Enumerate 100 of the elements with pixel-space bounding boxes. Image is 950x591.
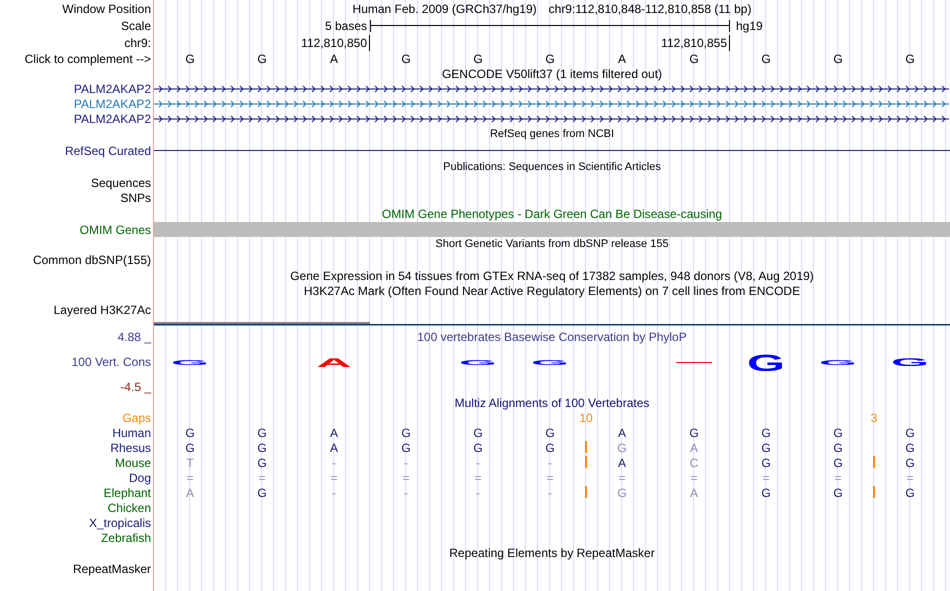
- alignment-base: G: [185, 442, 195, 454]
- alignment-base: -: [404, 486, 408, 498]
- alignment-base: -: [548, 456, 552, 468]
- alignment-base: G: [905, 456, 915, 468]
- species-label: Rhesus: [110, 442, 151, 454]
- species-label: Human: [112, 426, 151, 438]
- sequence-base[interactable]: G: [905, 52, 915, 64]
- alignment-base: A: [330, 442, 338, 454]
- axis-label: -4.5 _: [120, 380, 151, 392]
- species-label: Elephant: [104, 486, 151, 498]
- alignment-base: A: [618, 456, 626, 468]
- alignment-base: =: [762, 472, 770, 484]
- gene-label: PALM2AKAP2: [74, 98, 151, 110]
- track-label: Click to complement -->: [24, 52, 151, 64]
- track-label: 100 Vert. Cons: [72, 356, 151, 368]
- alignment-base: G: [257, 442, 267, 454]
- alignment-base: G: [401, 442, 411, 454]
- alignment-base: =: [474, 472, 482, 484]
- track-label: chr9:: [124, 36, 151, 48]
- coordinate-label: 112,810,855: [661, 34, 730, 50]
- track-label: RefSeq Curated: [64, 144, 151, 156]
- conservation-letter: G: [891, 358, 929, 366]
- species-label: Dog: [128, 472, 151, 484]
- track-label: SNPs: [120, 192, 151, 204]
- sequence-base[interactable]: G: [185, 52, 195, 64]
- sequence-base[interactable]: G: [401, 52, 411, 64]
- track-title: GENCODE V50lift37 (1 items filtered out): [442, 68, 662, 80]
- alignment-base: G: [401, 426, 411, 438]
- track-title: OMIM Gene Phenotypes - Dark Green Can Be Disease-causing: [382, 208, 722, 220]
- alignment-base: A: [186, 486, 194, 498]
- sequence-base[interactable]: G: [545, 52, 555, 64]
- track-label: Common dbSNP(155): [32, 254, 151, 266]
- alignment-base: G: [761, 426, 771, 438]
- sequence-base[interactable]: G: [689, 52, 699, 64]
- alignment-base: G: [257, 426, 267, 438]
- position-text: chr9:112,810,848-112,810,858 (11 bp): [548, 2, 752, 14]
- gene-label: PALM2AKAP2: [74, 112, 151, 124]
- species-label: Chicken: [108, 502, 151, 514]
- alignment-base: =: [258, 472, 266, 484]
- alignment-base: -: [548, 486, 552, 498]
- alignment-base: G: [185, 426, 195, 438]
- species-label: X_tropicalis: [88, 516, 151, 528]
- assembly-label: hg19: [736, 20, 763, 32]
- alignment-base: =: [330, 472, 338, 484]
- alignment-base: G: [545, 442, 555, 454]
- gene-arrow-line[interactable]: [154, 82, 949, 94]
- track-title: H3K27Ac Mark (Often Found Near Active Regulatory Elements) on 7 cell lines from ENCODE: [304, 285, 800, 297]
- alignment-base: =: [834, 472, 842, 484]
- alignment-base: G: [905, 486, 915, 498]
- alignment-base: =: [690, 472, 698, 484]
- axis-label: 4.88 _: [118, 331, 151, 343]
- alignment-base: G: [257, 486, 267, 498]
- alignment-base: A: [330, 426, 338, 438]
- track-title: 100 vertebrates Basewise Conservation by PhyloP: [417, 331, 687, 343]
- track-label: RepeatMasker: [72, 562, 151, 574]
- scale-span: 5 bases: [324, 20, 367, 32]
- alignment-base: A: [690, 442, 698, 454]
- alignment-base: C: [690, 456, 698, 468]
- alignment-base: G: [545, 426, 555, 438]
- alignment-base: =: [186, 472, 194, 484]
- alignment-base: =: [546, 472, 554, 484]
- alignment-base: G: [761, 456, 771, 468]
- alignment-base: G: [905, 442, 915, 454]
- track-label: Scale: [120, 20, 151, 32]
- assembly-name: Human Feb. 2009 (GRCh37/hg19): [352, 2, 537, 14]
- sequence-base[interactable]: G: [473, 52, 483, 64]
- alignment-base: -: [332, 456, 336, 468]
- alignment-base: =: [402, 472, 410, 484]
- track-label: Window Position: [62, 2, 151, 14]
- sequence-base[interactable]: G: [257, 52, 267, 64]
- alignment-base: G: [833, 442, 843, 454]
- alignment-base: G: [833, 456, 843, 468]
- track-title: Gene Expression in 54 tissues from GTEx RNA-seq of 17382 samples, 948 donors (V8, Aug 2019): [290, 270, 814, 282]
- alignment-base: G: [761, 486, 771, 498]
- alignment-base: G: [617, 486, 627, 498]
- track-label: Gaps: [122, 412, 151, 424]
- alignment-base: G: [689, 426, 699, 438]
- track-title: Publications: Sequences in Scientific Articles: [443, 162, 661, 172]
- alignment-base: -: [476, 456, 480, 468]
- sequence-base[interactable]: A: [618, 52, 626, 64]
- gap-count: 10: [579, 412, 593, 424]
- conservation-letter: A: [315, 358, 353, 366]
- track-label: Layered H3K27Ac: [54, 304, 151, 316]
- sequence-base[interactable]: G: [833, 52, 843, 64]
- alignment-base: G: [473, 442, 483, 454]
- alignment-base: =: [618, 472, 626, 484]
- alignment-base: G: [833, 426, 843, 438]
- alignment-base: T: [186, 456, 194, 468]
- gene-arrow-line[interactable]: [154, 112, 949, 124]
- track-title: Short Genetic Variants from dbSNP release 155: [435, 239, 669, 250]
- alignment-base: -: [404, 456, 408, 468]
- coordinate-label: 112,810,850: [301, 34, 370, 50]
- alignment-base: A: [690, 486, 698, 498]
- gene-label: PALM2AKAP2: [74, 82, 151, 94]
- alignment-base: -: [476, 486, 480, 498]
- alignment-base: A: [618, 426, 626, 438]
- species-label: Mouse: [114, 456, 151, 468]
- sequence-base[interactable]: A: [330, 52, 338, 64]
- alignment-base: -: [332, 486, 336, 498]
- sequence-base[interactable]: G: [761, 52, 771, 64]
